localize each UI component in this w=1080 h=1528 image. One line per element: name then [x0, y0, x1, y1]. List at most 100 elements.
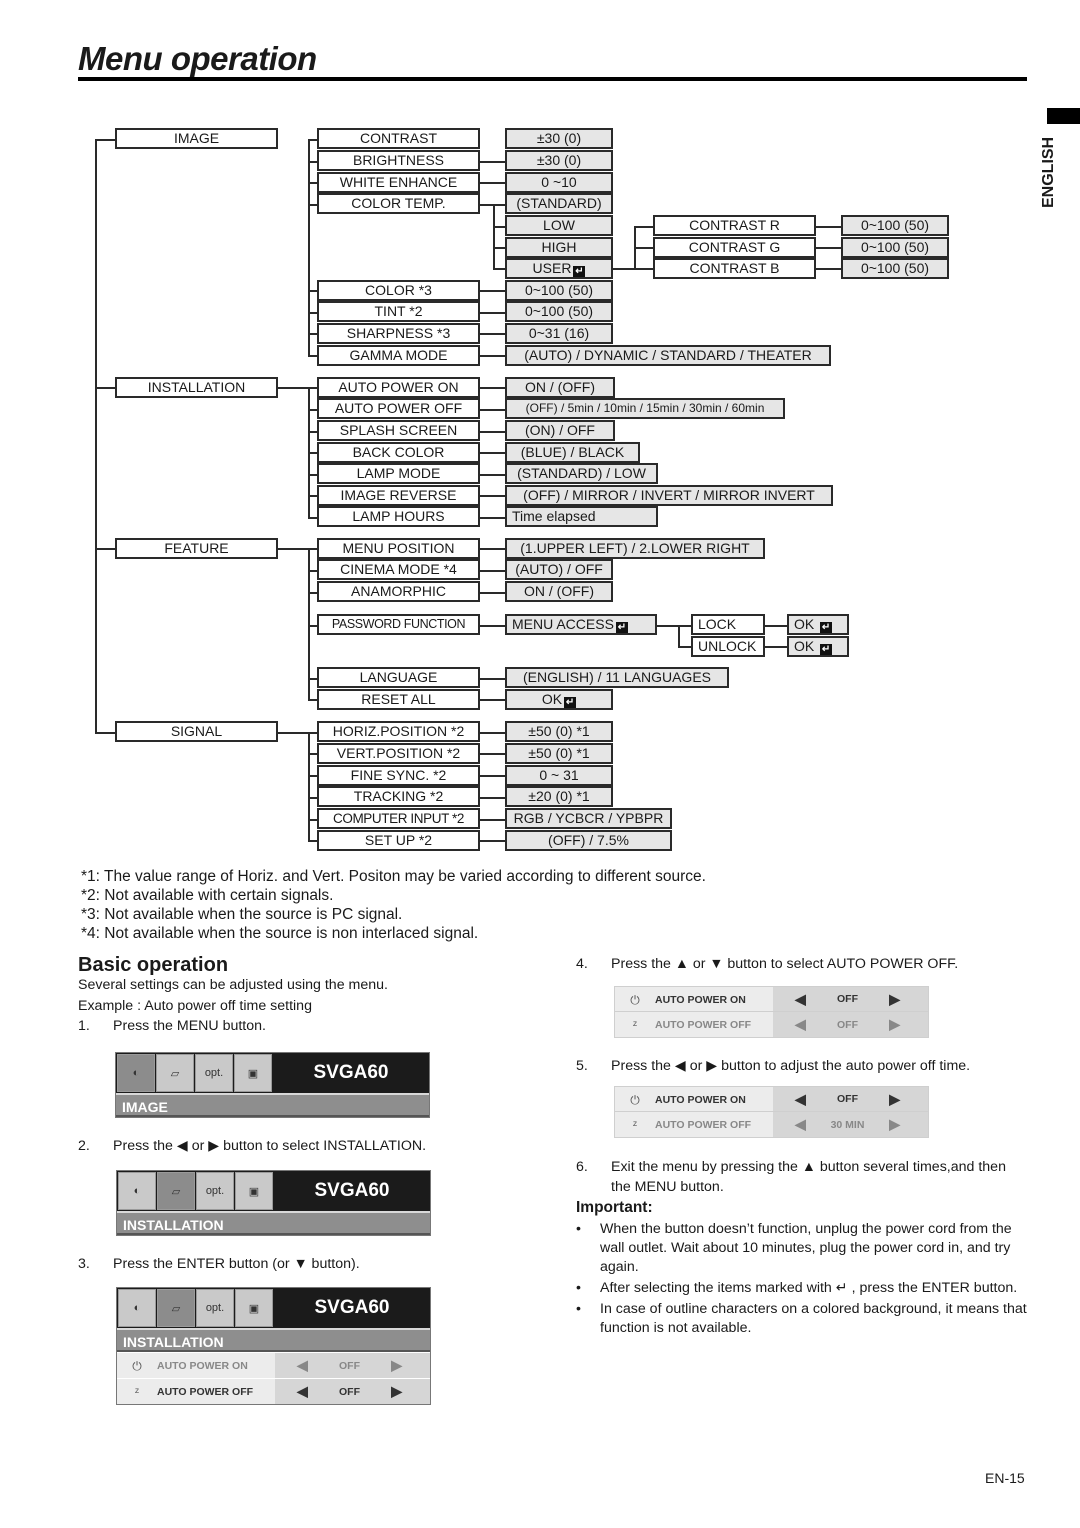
category-feature: FEATURE [115, 538, 278, 559]
menu-item-lock: LOCK [691, 614, 765, 635]
auto-power-off-icon: ᶻ [632, 1118, 638, 1132]
bullet: • [576, 1280, 581, 1296]
connector [95, 548, 115, 550]
menu-item-tracking: TRACKING *2 [317, 786, 480, 807]
osd-row-auto-power-off: ᶻ AUTO POWER OFF ◀ OFF ▶ [117, 1378, 430, 1404]
osd-row-auto-power-off: ᶻ AUTO POWER OFF ◀ OFF ▶ [614, 1012, 929, 1038]
category-signal: SIGNAL [115, 721, 278, 742]
list-item: • When the button doesn’t function, unplu… [576, 1220, 1028, 1277]
menu-item-sharpness: SHARPNESS *3 [317, 323, 480, 344]
ok-label: OK [541, 691, 563, 707]
menu-item-cinema-mode: CINEMA MODE *4 [317, 559, 480, 580]
step-5: 5. Press the ◀ or ▶ button to adjust the … [576, 1056, 970, 1076]
osd-row-label: AUTO POWER ON [157, 1360, 248, 1372]
value-horiz-position: ±50 (0) *1 [505, 721, 613, 742]
osd-row-control: ◀ OFF ▶ [275, 1379, 430, 1404]
value-vert-position: ±50 (0) *1 [505, 743, 613, 764]
osd-row-auto-power-on: ⏻ AUTO POWER ON ◀ OFF ▶ [614, 986, 929, 1012]
left-arrow-icon: ◀ [297, 1383, 308, 1399]
menu-item-fine-sync: FINE SYNC. *2 [317, 765, 480, 786]
list-item: • After selecting the items marked with ↵… [576, 1279, 1028, 1298]
value-color-temp: (STANDARD) [505, 193, 613, 214]
connector [95, 732, 115, 734]
bracket [308, 139, 310, 356]
value-color: 0~100 (50) [505, 280, 613, 301]
auto-power-on-icon: ⏻ [630, 993, 640, 1007]
value-brightness: ±30 (0) [505, 150, 613, 171]
value-set-up: (OFF) / 7.5% [505, 830, 672, 851]
menu-item-image-reverse: IMAGE REVERSE [317, 485, 480, 506]
menu-item-auto-power-off: AUTO POWER OFF [317, 398, 480, 419]
right-arrow-icon: ▶ [889, 990, 900, 1007]
footnote: *1: The value range of Horiz. and Vert. … [81, 868, 706, 885]
value-white-enhance: 0 ~10 [505, 172, 613, 193]
osd-row-control: ◀ 30 MIN ▶ [773, 1112, 928, 1137]
menu-item-horiz-position: HORIZ.POSITION *2 [317, 721, 480, 742]
auto-power-off-icon: ᶻ [632, 1018, 638, 1032]
value-back-color: (BLUE) / BLACK [505, 442, 640, 463]
bullet: • [576, 1301, 581, 1317]
step-text: Press the ◀ or ▶ button to select INSTAL… [113, 1138, 427, 1154]
step-number: 1. [78, 1018, 90, 1034]
connector [95, 387, 115, 389]
step-number: 5. [576, 1058, 588, 1074]
menu-item-lamp-mode: LAMP MODE [317, 463, 480, 484]
osd-row-value: 30 MIN [830, 1118, 865, 1131]
auto-power-on-icon: ⏻ [132, 1359, 142, 1373]
connector [95, 139, 115, 141]
menu-item-vert-position: VERT.POSITION *2 [317, 743, 480, 764]
user-label: USER [532, 260, 572, 276]
bullet-text: In case of outline characters on a color… [600, 1301, 1027, 1336]
menu-item-unlock: UNLOCK [691, 636, 765, 657]
page-number: EN-15 [985, 1470, 1025, 1486]
list-item: • In case of outline characters on a colo… [576, 1300, 1028, 1338]
menu-item-language: LANGUAGE [317, 667, 480, 688]
osd-row-control: ◀ OFF ▶ [773, 1012, 928, 1037]
language-tab: ENGLISH [1038, 130, 1068, 210]
osd-rows-step5: ⏻ AUTO POWER ON ◀ OFF ▶ ᶻ AUTO POWER OFF ◀… [614, 1086, 929, 1138]
right-arrow-icon: ▶ [889, 1090, 900, 1107]
enter-icon: ↵ [615, 622, 628, 633]
bullet-text: After selecting the items marked with ↵ … [600, 1280, 1018, 1296]
footnote: *4: Not available when the source is non… [81, 925, 479, 942]
osd-row-value: OFF [837, 993, 858, 1005]
value-auto-power-on: ON / (OFF) [505, 377, 615, 398]
important-list: • When the button doesn’t function, unplu… [576, 1220, 1028, 1338]
menu-item-contrast: CONTRAST [317, 128, 480, 149]
language-label: ENGLISH [1040, 136, 1057, 208]
value-splash-screen: (ON) / OFF [505, 420, 615, 441]
menu-item-color: COLOR *3 [317, 280, 480, 301]
value-unlock: OK ↵ [787, 636, 849, 657]
value-tint: 0~100 (50) [505, 301, 613, 322]
footnote: *3: Not available when the source is PC … [81, 906, 403, 923]
menu-item-white-enhance: WHITE ENHANCE [317, 172, 480, 193]
osd-model-label: SVGA60 [314, 1180, 390, 1201]
page-title: Menu operation [78, 40, 317, 77]
osd-menu-image: ◐ ▱ opt. ▣ SVGA60 IMAGE [115, 1052, 430, 1118]
value-cinema-mode: (AUTO) / OFF [505, 559, 613, 580]
important-heading: Important: [576, 1199, 653, 1216]
image-tab-icon: ◐ [117, 1054, 155, 1092]
auto-power-on-icon: ⏻ [630, 1093, 640, 1107]
language-tab-marker [1047, 108, 1080, 124]
value-color-temp-low: LOW [505, 215, 613, 236]
menu-item-reset-all: RESET ALL [317, 689, 480, 710]
enter-icon: ↵ [564, 697, 577, 708]
value-contrast-b: 0~100 (50) [841, 258, 949, 279]
value-reset-all: OK ↵ [505, 689, 613, 710]
menu-item-brightness: BRIGHTNESS [317, 150, 480, 171]
osd-row-auto-power-on: ⏻ AUTO POWER ON ◀ OFF ▶ [614, 1086, 929, 1112]
step-3: 3. Press the ENTER button (or ▼ button). [78, 1254, 360, 1274]
osd-row-value: OFF [339, 1385, 360, 1398]
value-sharpness: 0~31 (16) [505, 323, 613, 344]
step-text: Press the ◀ or ▶ button to adjust the au… [611, 1058, 971, 1074]
osd-row-label: AUTO POWER OFF [655, 1019, 752, 1031]
value-color-temp-high: HIGH [505, 237, 613, 258]
left-arrow-icon: ◀ [795, 1016, 806, 1032]
menu-item-tint: TINT *2 [317, 301, 480, 322]
osd-row-value: OFF [339, 1359, 360, 1372]
menu-item-contrast-b: CONTRAST B [653, 258, 816, 279]
left-arrow-icon: ◀ [795, 990, 806, 1007]
osd-menu-installation-expanded: ◐ ▱ opt. ▣ SVGA60 INSTALLATION ⏻ AUTO PO… [116, 1287, 431, 1405]
category-image: IMAGE [115, 128, 278, 149]
